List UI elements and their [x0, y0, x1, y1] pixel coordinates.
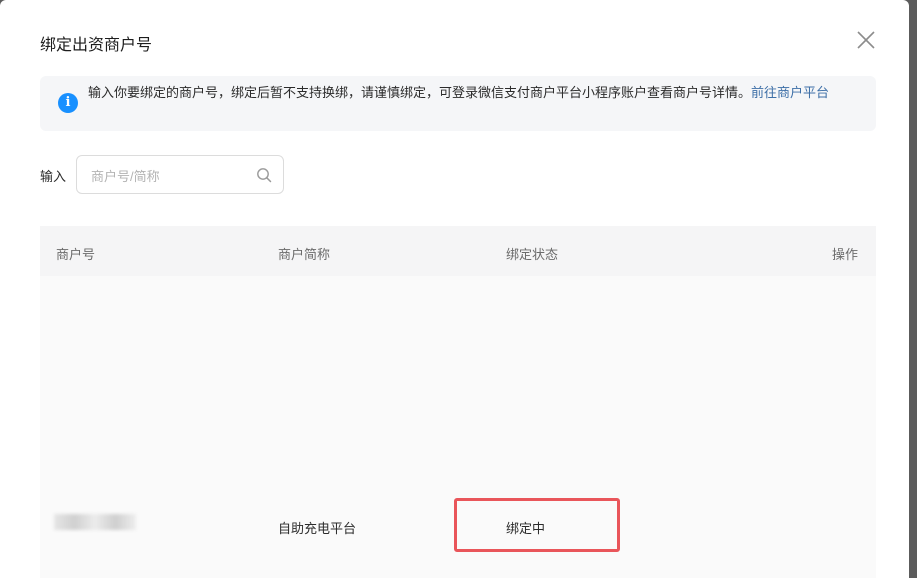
info-notice: i 输入你要绑定的商户号，绑定后暂不支持换绑，请谨慎绑定，可登录微信支付商户平台… [40, 76, 876, 131]
search-input[interactable] [89, 164, 253, 188]
dialog-title: 绑定出资商户号 [40, 37, 153, 54]
notice-text: 输入你要绑定的商户号，绑定后暂不支持换绑，请谨慎绑定，可登录微信支付商户平台小程… [88, 83, 863, 103]
merchant-platform-link[interactable]: 前往商户平台 [751, 85, 829, 100]
bind-merchant-dialog: 绑定出资商户号 i 输入你要绑定的商户号，绑定后暂不支持换绑，请谨慎绑定，可登录… [0, 0, 909, 578]
search-box[interactable] [76, 155, 284, 194]
notice-message: 输入你要绑定的商户号，绑定后暂不支持换绑，请谨慎绑定，可登录微信支付商户平台小程… [88, 85, 752, 100]
search-label: 输入 [40, 169, 67, 184]
close-icon[interactable] [852, 26, 880, 54]
column-header-action: 操作 [832, 247, 859, 262]
column-header-short-name: 商户简称 [278, 247, 331, 262]
info-icon: i [58, 93, 78, 113]
column-header-merchant-no: 商户号 [56, 247, 96, 262]
merchant-no-redacted [54, 514, 136, 533]
merchant-table: 商户号 商户简称 绑定状态 操作 自助充电平台 绑定中 [40, 226, 876, 578]
redacted-merchant-no [54, 514, 136, 530]
binding-status: 绑定中 [506, 521, 546, 536]
merchant-short-name: 自助充电平台 [278, 521, 357, 536]
search-icon[interactable] [256, 167, 272, 183]
table-header: 商户号 商户简称 绑定状态 操作 [40, 226, 876, 276]
column-header-status: 绑定状态 [506, 247, 559, 262]
table-row: 自助充电平台 绑定中 [40, 276, 876, 578]
close-button[interactable] [852, 26, 880, 54]
